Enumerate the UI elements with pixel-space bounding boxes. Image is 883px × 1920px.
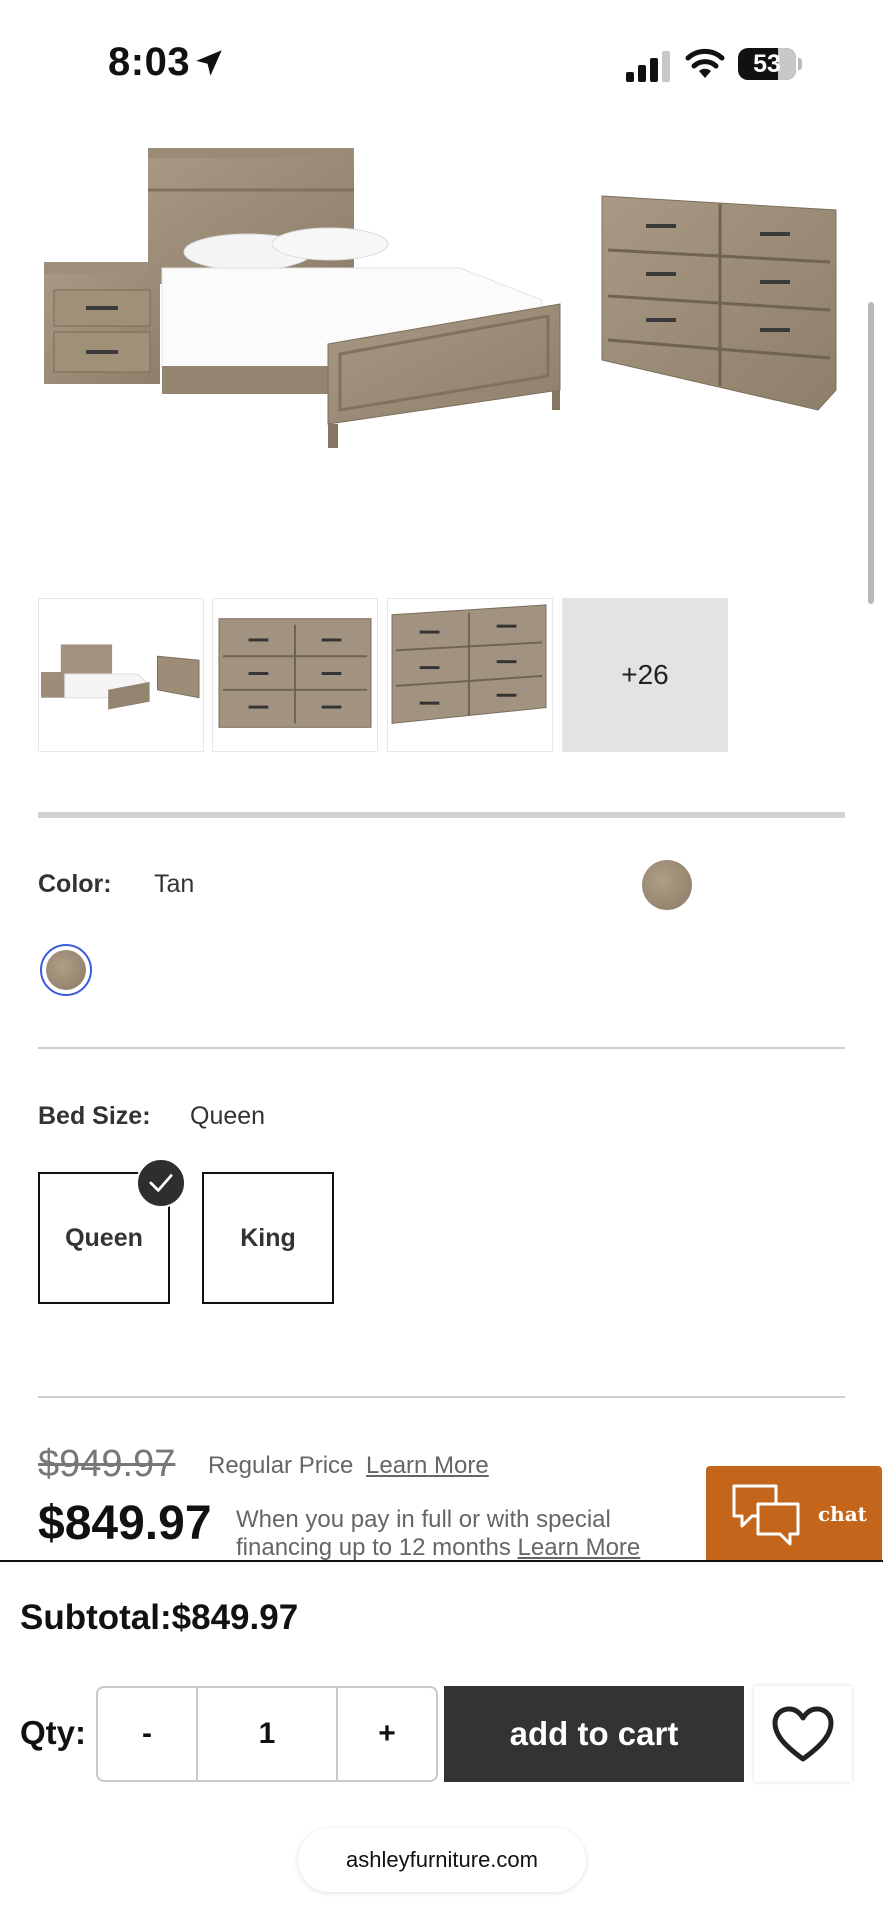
regular-price: $949.97 xyxy=(38,1443,176,1485)
thumbnail-bedroom-set[interactable] xyxy=(38,598,204,752)
learn-more-link[interactable]: Learn More xyxy=(366,1452,489,1480)
color-preview-swatch xyxy=(642,860,692,910)
color-swatch-tan[interactable] xyxy=(40,944,92,996)
tan-swatch-fill xyxy=(46,950,86,990)
heart-icon xyxy=(772,1706,834,1762)
wifi-icon xyxy=(685,48,725,78)
cellular-signal-icon xyxy=(626,51,670,82)
financing-text: When you pay in full or with special fin… xyxy=(236,1506,676,1562)
wishlist-button[interactable] xyxy=(754,1686,852,1782)
chat-button[interactable]: chat xyxy=(706,1466,882,1564)
section-divider-2 xyxy=(38,1396,845,1398)
color-value: Tan xyxy=(154,870,195,898)
qty-label: Qty: xyxy=(20,1714,86,1751)
bed-size-value: Queen xyxy=(190,1102,266,1130)
add-to-cart-button[interactable]: add to cart xyxy=(444,1686,744,1782)
thumbnail-more-count[interactable]: +26 xyxy=(562,598,728,752)
qty-decrease-button[interactable]: - xyxy=(98,1688,198,1780)
status-time: 8:03 xyxy=(108,40,191,84)
regular-price-label: Regular Price xyxy=(208,1452,354,1479)
sale-price: $849.97 xyxy=(38,1497,212,1550)
chat-label: chat xyxy=(818,1502,867,1526)
subtotal: Subtotal:$849.97 xyxy=(20,1598,299,1637)
size-option-king[interactable]: King xyxy=(202,1172,334,1304)
battery-level: 53 xyxy=(753,50,781,78)
color-label: Color: xyxy=(38,870,112,898)
battery-icon: 53 xyxy=(738,48,802,82)
financing-learn-more-link[interactable]: Learn More xyxy=(518,1534,641,1561)
product-main-image[interactable] xyxy=(30,128,850,448)
qty-value[interactable]: 1 xyxy=(198,1688,338,1780)
bed-size-label: Bed Size: xyxy=(38,1102,151,1130)
selected-check-icon xyxy=(136,1158,186,1208)
qty-increase-button[interactable]: + xyxy=(338,1688,436,1780)
section-divider xyxy=(38,1047,845,1049)
page-scrollbar[interactable] xyxy=(868,302,874,604)
status-bar: 8:03 53 xyxy=(0,0,883,120)
quantity-stepper: - 1 + xyxy=(96,1686,438,1782)
thumbnail-dresser-angle[interactable] xyxy=(387,598,553,752)
gallery-divider xyxy=(38,812,845,818)
browser-url-bar[interactable]: ashleyfurniture.com xyxy=(298,1828,586,1892)
chat-bubbles-icon xyxy=(732,1484,800,1546)
thumbnail-dresser-front[interactable] xyxy=(212,598,378,752)
location-arrow-icon xyxy=(196,50,222,76)
